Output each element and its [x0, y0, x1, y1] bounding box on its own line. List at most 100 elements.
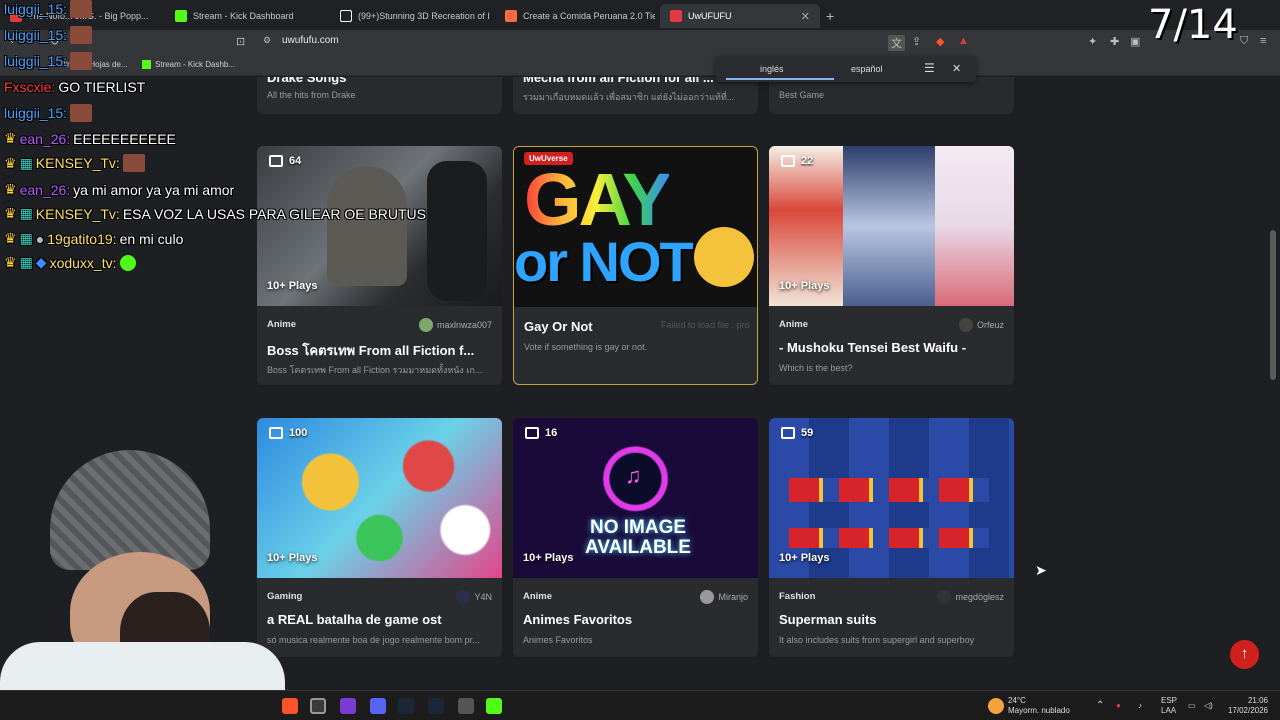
- quiz-card-game-ost[interactable]: 100 10+ Plays Gaming Y4N a REAL batalha …: [257, 418, 502, 657]
- plays-badge: 10+ Plays: [267, 280, 318, 292]
- tab-tiktok[interactable]: (99+)Stunning 3D Recreation of Invin...: [330, 4, 490, 28]
- item-count-badge: 22: [781, 155, 813, 167]
- card-desc: It also includes suits from supergirl an…: [779, 635, 975, 645]
- quiz-card-boss[interactable]: 64 10+ Plays Anime maxlnwza007 Boss โคตร…: [257, 146, 502, 385]
- chevron-up-icon[interactable]: ⌃: [1096, 701, 1104, 711]
- steam-icon[interactable]: [428, 698, 444, 714]
- quiz-card-animes-favoritos[interactable]: ♫ NO IMAGE AVAILABLE 16 10+ Plays Anime …: [513, 418, 758, 657]
- brave-icon[interactable]: [282, 698, 298, 714]
- quiz-card[interactable]: Best Game: [769, 77, 1014, 114]
- shield-icon[interactable]: ⛉: [1240, 35, 1248, 48]
- keyboard-layout: LAA: [1161, 706, 1177, 715]
- translate-from-option[interactable]: inglés: [760, 64, 784, 74]
- terminal-icon[interactable]: [398, 698, 414, 714]
- card-desc: รวมมาเกือบหมดแล้ว เพื่อสมาชิก แต่ยังไม่อ…: [523, 92, 735, 102]
- card-desc: Which is the best?: [779, 363, 853, 373]
- translate-popup: inglés español ☰ ✕: [716, 56, 976, 82]
- site-info-icon[interactable]: ⚙: [263, 35, 271, 46]
- bookmark-item[interactable]: Pintar... Hojas de...: [60, 60, 128, 69]
- mic-icon[interactable]: ♪: [1138, 701, 1142, 711]
- rewards-icon[interactable]: ▲: [958, 35, 969, 47]
- tab-music[interactable]: The Nofo... J.I.G. - Big Popp...: [0, 4, 160, 28]
- author-name: maxlnwza007: [436, 320, 492, 330]
- tierlist-icon: [505, 10, 517, 22]
- tiktok-icon: [340, 10, 352, 22]
- translate-icon[interactable]: 文: [888, 35, 905, 51]
- translate-to-option[interactable]: español: [851, 64, 883, 74]
- tab-label: The Nofo... J.I.G. - Big Popp...: [28, 11, 149, 21]
- load-error-text: Failed to load file : pro: [661, 320, 750, 330]
- tab-tierlist[interactable]: Create a Comida Peruana 2.0 Tier List: [495, 4, 655, 28]
- item-count: 22: [801, 155, 814, 167]
- card-title: Animes Favoritos: [523, 612, 633, 627]
- reload-icon[interactable]: ↻: [50, 35, 59, 48]
- card-author[interactable]: Miranjo: [700, 590, 748, 604]
- url-text[interactable]: uwufufu.com: [282, 35, 339, 46]
- card-desc: Vote if something is gay or not.: [524, 342, 648, 352]
- uwufufu-icon: [670, 10, 682, 22]
- card-title: Superman suits: [779, 612, 877, 627]
- translate-menu-icon[interactable]: ☰: [924, 61, 935, 75]
- omnibox[interactable]: [255, 33, 975, 53]
- quiz-card[interactable]: Mecha from all Fiction for all ... รวมมา…: [513, 77, 758, 114]
- quiz-card[interactable]: Drake Songs All the hits from Drake: [257, 77, 502, 114]
- card-title: - Mushoku Tensei Best Waifu -: [779, 340, 967, 355]
- scrollbar[interactable]: [1270, 230, 1276, 380]
- item-count: 16: [545, 427, 558, 439]
- tor-icon[interactable]: [340, 698, 356, 714]
- bookmark-item[interactable]: Stream - Kick Dashb...: [142, 60, 235, 69]
- thinking-emoji-icon: [694, 227, 754, 287]
- cards-icon: [269, 155, 283, 167]
- language-code[interactable]: ESP: [1161, 696, 1177, 706]
- settings-icon[interactable]: [458, 698, 474, 714]
- clock-time[interactable]: 21:06: [1228, 696, 1268, 706]
- brave-shield-icon[interactable]: ◆: [936, 35, 944, 48]
- mouse-cursor-icon: ➤: [1035, 562, 1047, 578]
- author-name: Y4N: [474, 592, 492, 602]
- tray-app-icon[interactable]: ●: [1116, 701, 1121, 711]
- card-desc: só musica realmente boa de jogo realment…: [267, 635, 480, 645]
- menu-icon[interactable]: ≡: [1260, 35, 1266, 47]
- kick-icon: [175, 10, 187, 22]
- card-category: Anime: [267, 319, 297, 330]
- tab-uwufufu[interactable]: UwUFUFU ✕: [660, 4, 820, 28]
- weather-icon[interactable]: [988, 698, 1004, 714]
- back-to-top-button[interactable]: ↑: [1230, 640, 1259, 669]
- wallet-icon[interactable]: ▣: [1130, 35, 1140, 48]
- webcam-overlay: [0, 432, 285, 692]
- card-category: Fashion: [779, 591, 816, 602]
- new-tab-button[interactable]: +: [826, 8, 834, 24]
- obs-icon[interactable]: [310, 698, 326, 714]
- card-title: Mecha from all Fiction for all ...: [523, 77, 714, 85]
- quiz-card-superman[interactable]: 59 10+ Plays Fashion megdöglesz Superman…: [769, 418, 1014, 657]
- item-count-badge: 64: [269, 155, 301, 167]
- card-author[interactable]: megdöglesz: [937, 590, 1004, 604]
- puzzle-icon[interactable]: ✚: [1110, 35, 1119, 48]
- avatar: [418, 318, 433, 332]
- plays-badge: 10+ Plays: [779, 280, 830, 292]
- card-title: Boss โคตรเทพ From all Fiction f...: [267, 343, 475, 358]
- back-icon[interactable]: ‹: [10, 35, 14, 47]
- waifu-image-2: [843, 146, 935, 306]
- quiz-card-mushoku[interactable]: 22 10+ Plays Anime Orfeuz - Mushoku Tens…: [769, 146, 1014, 385]
- browser-tab-strip: The Nofo... J.I.G. - Big Popp... Stream …: [0, 0, 1280, 30]
- tab-label: Create a Comida Peruana 2.0 Tier List: [523, 11, 655, 21]
- card-author[interactable]: Y4N: [456, 590, 492, 604]
- discord-icon[interactable]: [370, 698, 386, 714]
- volume-icon[interactable]: ◁): [1204, 701, 1213, 711]
- cards-icon: [781, 155, 795, 167]
- kick-icon[interactable]: [486, 698, 502, 714]
- share-icon[interactable]: ⇪: [912, 35, 921, 48]
- monitor-icon[interactable]: ▭: [1188, 701, 1196, 711]
- card-author[interactable]: Orfeuz: [958, 318, 1004, 332]
- extension-icon[interactable]: ✦: [1088, 35, 1097, 48]
- quiz-card-gay-or-not[interactable]: UwUverse GAY or NOT Gay Or Not Vote if s…: [513, 146, 758, 385]
- close-tab-icon[interactable]: ✕: [801, 10, 810, 23]
- tab-kick-dashboard[interactable]: Stream - Kick Dashboard: [165, 4, 325, 28]
- avatar: [937, 590, 952, 604]
- weather-desc: Mayorm. nublado: [1008, 706, 1070, 715]
- card-category: Anime: [779, 319, 809, 330]
- close-icon[interactable]: ✕: [952, 62, 961, 75]
- bookmark-icon[interactable]: ⊡: [236, 35, 245, 48]
- card-author[interactable]: maxlnwza007: [418, 318, 492, 332]
